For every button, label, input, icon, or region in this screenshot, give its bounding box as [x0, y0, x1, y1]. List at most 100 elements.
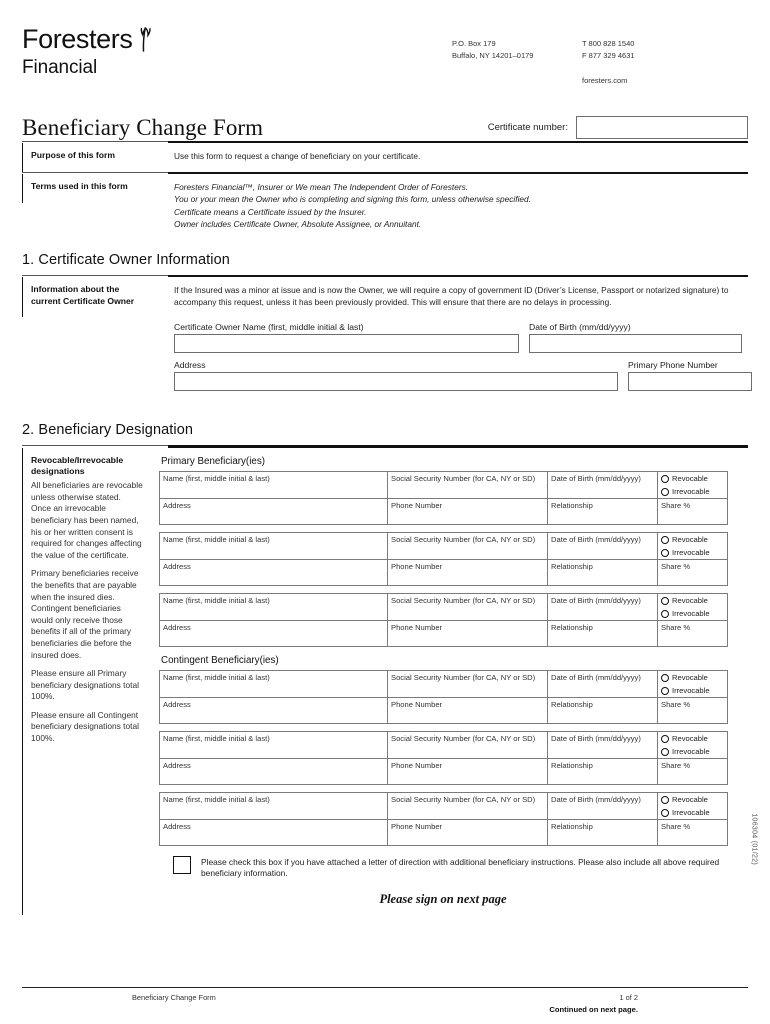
irrevocable-label: Irrevocable: [672, 609, 710, 619]
beneficiary-address-cell[interactable]: Address: [159, 497, 388, 525]
certificate-number-label: Certificate number:: [487, 122, 568, 134]
radio-icon[interactable]: [661, 548, 669, 557]
owner-name-field: Certificate Owner Name (first, middle in…: [174, 322, 519, 354]
owner-name-input[interactable]: [174, 334, 519, 354]
beneficiary-name-cell[interactable]: Name (first, middle initial & last): [159, 470, 388, 499]
beneficiary-name-cell[interactable]: Name (first, middle initial & last): [159, 592, 388, 621]
radio-icon[interactable]: [661, 487, 669, 496]
terms-row: Terms used in this form Foresters Financ…: [22, 174, 748, 237]
beneficiary-address-cell[interactable]: Address: [159, 558, 388, 586]
owner-field-line-2: Address Primary Phone Number: [174, 360, 752, 392]
beneficiary-relationship-cell[interactable]: Relationship: [547, 619, 658, 647]
radio-icon[interactable]: [661, 673, 669, 682]
beneficiary-entry-table: Name (first, middle initial & last) Socia…: [159, 730, 728, 785]
brand-name-wrap: Foresters: [22, 26, 154, 53]
irrevocable-label: Irrevocable: [672, 548, 710, 558]
beneficiary-share-cell[interactable]: Share %: [657, 818, 728, 846]
irrevocable-option[interactable]: Irrevocable: [658, 485, 727, 498]
radio-icon[interactable]: [661, 747, 669, 756]
radio-icon[interactable]: [661, 686, 669, 695]
radio-icon[interactable]: [661, 609, 669, 618]
owner-fields: Certificate Owner Name (first, middle in…: [168, 316, 752, 408]
terms-line: Owner includes Certificate Owner, Absolu…: [174, 218, 748, 230]
radio-icon[interactable]: [661, 535, 669, 544]
contact-website[interactable]: foresters.com: [582, 75, 742, 87]
beneficiary-phone-cell[interactable]: Phone Number: [387, 757, 548, 785]
owner-address-field: Address: [174, 360, 618, 392]
irrevocable-label: Irrevocable: [672, 747, 710, 757]
beneficiary-share-cell[interactable]: Share %: [657, 757, 728, 785]
irrevocable-option[interactable]: Irrevocable: [658, 806, 727, 819]
irrevocable-option[interactable]: Irrevocable: [658, 607, 727, 620]
owner-field-line-1: Certificate Owner Name (first, middle in…: [174, 322, 752, 354]
contact-block: P.O. Box 179 Buffalo, NY 14201–0179 T 80…: [452, 26, 742, 87]
footer-form-name: Beneficiary Change Form: [132, 993, 216, 1002]
beneficiary-phone-cell[interactable]: Phone Number: [387, 818, 548, 846]
beneficiary-entry-table: Name (first, middle initial & last) Socia…: [159, 791, 728, 846]
beneficiary-ssn-cell[interactable]: Social Security Number (for CA, NY or SD…: [387, 730, 548, 759]
owner-address-input[interactable]: [174, 372, 618, 392]
primary-beneficiary-title: Primary Beneficiary(ies): [161, 455, 265, 467]
beneficiary-dob-cell[interactable]: Date of Birth (mm/dd/yyyy): [547, 470, 658, 499]
beneficiary-ssn-cell[interactable]: Social Security Number (for CA, NY or SD…: [387, 669, 548, 698]
beneficiary-ssn-cell[interactable]: Social Security Number (for CA, NY or SD…: [387, 592, 548, 621]
certificate-number-input[interactable]: [576, 116, 748, 140]
revocable-option[interactable]: Revocable: [658, 533, 727, 546]
letter-of-direction-text: Please check this box if you have attach…: [201, 856, 720, 879]
revocable-option[interactable]: Revocable: [658, 472, 727, 485]
beneficiary-relationship-cell[interactable]: Relationship: [547, 558, 658, 586]
revocable-option[interactable]: Revocable: [658, 732, 727, 745]
revocable-option[interactable]: Revocable: [658, 671, 727, 684]
radio-icon[interactable]: [661, 474, 669, 483]
owner-phone-input[interactable]: [628, 372, 752, 392]
footer-row: Beneficiary Change Form 1 of 2: [22, 993, 748, 1002]
beneficiary-ssn-cell[interactable]: Social Security Number (for CA, NY or SD…: [387, 470, 548, 499]
radio-icon[interactable]: [661, 808, 669, 817]
beneficiary-address-cell[interactable]: Address: [159, 818, 388, 846]
radio-icon[interactable]: [661, 596, 669, 605]
beneficiary-share-cell[interactable]: Share %: [657, 696, 728, 724]
beneficiary-dob-cell[interactable]: Date of Birth (mm/dd/yyyy): [547, 791, 658, 820]
beneficiary-dob-cell[interactable]: Date of Birth (mm/dd/yyyy): [547, 592, 658, 621]
radio-icon[interactable]: [661, 795, 669, 804]
beneficiary-phone-cell[interactable]: Phone Number: [387, 558, 548, 586]
beneficiary-phone-cell[interactable]: Phone Number: [387, 497, 548, 525]
beneficiary-relationship-cell[interactable]: Relationship: [547, 757, 658, 785]
beneficiary-relationship-cell[interactable]: Relationship: [547, 497, 658, 525]
beneficiary-name-cell[interactable]: Name (first, middle initial & last): [159, 669, 388, 698]
contact-city-state-zip: Buffalo, NY 14201–0179: [452, 50, 534, 60]
beneficiary-ssn-cell[interactable]: Social Security Number (for CA, NY or SD…: [387, 791, 548, 820]
revocable-option[interactable]: Revocable: [658, 594, 727, 607]
beneficiary-address-cell[interactable]: Address: [159, 619, 388, 647]
beneficiary-share-cell[interactable]: Share %: [657, 619, 728, 647]
revocable-info-p2: Please ensure all Primary beneficiary de…: [31, 668, 140, 702]
owner-dob-label: Date of Birth (mm/dd/yyyy): [529, 322, 631, 333]
beneficiary-relationship-cell[interactable]: Relationship: [547, 696, 658, 724]
terms-label: Terms used in this form: [22, 174, 158, 204]
beneficiary-phone-cell[interactable]: Phone Number: [387, 696, 548, 724]
beneficiary-address-cell[interactable]: Address: [159, 757, 388, 785]
section-2-heading: 2. Beneficiary Designation: [22, 422, 194, 439]
beneficiary-name-cell[interactable]: Name (first, middle initial & last): [159, 531, 388, 560]
beneficiary-relationship-cell[interactable]: Relationship: [547, 818, 658, 846]
beneficiary-ssn-cell[interactable]: Social Security Number (for CA, NY or SD…: [387, 531, 548, 560]
letter-of-direction-checkbox[interactable]: [173, 855, 191, 874]
revocable-option[interactable]: Revocable: [658, 793, 727, 806]
beneficiary-name-cell[interactable]: Name (first, middle initial & last): [159, 730, 388, 759]
irrevocable-option[interactable]: Irrevocable: [658, 546, 727, 559]
beneficiary-share-cell[interactable]: Share %: [657, 497, 728, 525]
revocable-info-p1: Primary beneficiaries receive the benefi…: [31, 568, 139, 660]
beneficiary-dob-cell[interactable]: Date of Birth (mm/dd/yyyy): [547, 531, 658, 560]
irrevocable-option[interactable]: Irrevocable: [658, 745, 727, 758]
beneficiary-dob-cell[interactable]: Date of Birth (mm/dd/yyyy): [547, 730, 658, 759]
irrevocable-option[interactable]: Irrevocable: [658, 684, 727, 697]
terms-line-3: Owner includes Certificate Owner, Absolu…: [174, 218, 422, 229]
beneficiary-address-cell[interactable]: Address: [159, 696, 388, 724]
radio-icon[interactable]: [661, 734, 669, 743]
revocable-label: Revocable: [672, 673, 708, 683]
beneficiary-name-cell[interactable]: Name (first, middle initial & last): [159, 791, 388, 820]
beneficiary-phone-cell[interactable]: Phone Number: [387, 619, 548, 647]
beneficiary-share-cell[interactable]: Share %: [657, 558, 728, 586]
owner-dob-input[interactable]: [529, 334, 742, 354]
beneficiary-dob-cell[interactable]: Date of Birth (mm/dd/yyyy): [547, 669, 658, 698]
